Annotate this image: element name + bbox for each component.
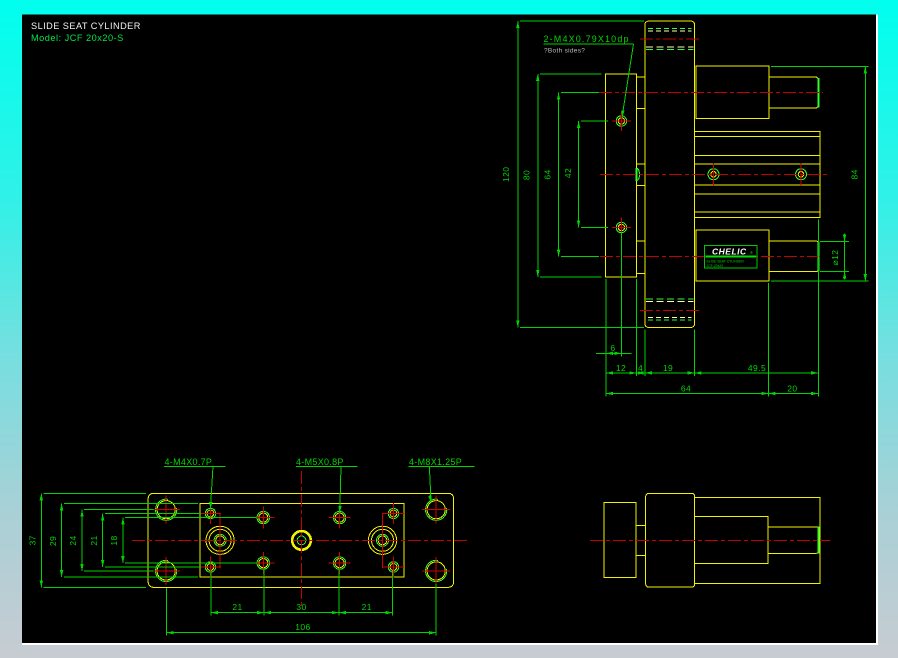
svg-text:37: 37 — [28, 535, 38, 545]
svg-text:30: 30 — [296, 602, 306, 612]
svg-text:29: 29 — [48, 536, 58, 546]
svg-text:4-M5X0.8P: 4-M5X0.8P — [296, 457, 344, 467]
svg-text:64: 64 — [681, 384, 691, 394]
svg-text:SLIDE SEAT CYLINDER: SLIDE SEAT CYLINDER — [707, 260, 745, 264]
svg-text:21: 21 — [89, 535, 99, 545]
svg-text:21: 21 — [232, 602, 242, 612]
svg-text:⌀12: ⌀12 — [830, 250, 840, 266]
svg-text:®: ® — [750, 250, 753, 255]
svg-text:6: 6 — [610, 343, 615, 353]
svg-text:12: 12 — [616, 363, 626, 373]
svg-text:4-M8X1.25P: 4-M8X1.25P — [409, 457, 462, 467]
svg-text:84: 84 — [850, 169, 860, 179]
svg-text:Model: JCF 20x20-S: Model: JCF 20x20-S — [31, 33, 124, 43]
svg-text:64: 64 — [543, 169, 553, 179]
svg-text:4-M4X0.7P: 4-M4X0.7P — [165, 457, 213, 467]
svg-text:?Both sides?: ?Both sides? — [544, 48, 585, 55]
svg-text:2-M4X0.79X10dp: 2-M4X0.79X10dp — [544, 34, 630, 44]
svg-text:21: 21 — [362, 602, 372, 612]
svg-text:80: 80 — [522, 170, 532, 180]
svg-text:42: 42 — [563, 168, 573, 178]
svg-text:4: 4 — [638, 363, 643, 373]
svg-text:20: 20 — [787, 384, 797, 394]
svg-text:49.5: 49.5 — [748, 363, 766, 373]
svg-text:19: 19 — [663, 363, 673, 373]
svg-text:SLIDE SEAT CYLINDER: SLIDE SEAT CYLINDER — [31, 21, 141, 31]
svg-text:CHELIC: CHELIC — [712, 247, 747, 257]
svg-text:106: 106 — [295, 622, 310, 632]
svg-text:JCF-20x20: JCF-20x20 — [707, 264, 724, 268]
svg-text:24: 24 — [68, 535, 78, 545]
svg-text:120: 120 — [501, 167, 511, 182]
svg-text:18: 18 — [109, 535, 119, 545]
